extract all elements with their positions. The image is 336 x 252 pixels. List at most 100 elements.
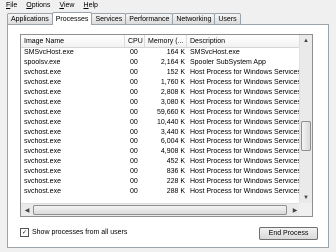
column-header-description[interactable]: Description: [187, 35, 300, 47]
process-cpu: 00: [130, 187, 138, 195]
end-process-button[interactable]: End Process: [259, 227, 318, 240]
tab-bar: Applications Processes Services Performa…: [7, 12, 241, 25]
process-description: Host Process for Windows Services: [190, 89, 300, 96]
process-memory: 452 K: [166, 158, 185, 166]
process-cpu: 00: [130, 148, 138, 156]
process-cpu: 00: [130, 138, 138, 146]
tab-services[interactable]: Services: [91, 13, 127, 24]
process-list[interactable]: Image Name CPU Memory (... Description S…: [20, 34, 313, 217]
tab-users[interactable]: Users: [214, 13, 241, 24]
process-name: svchost.exe: [24, 108, 61, 116]
process-memory: 152 K: [166, 69, 185, 77]
menu-help[interactable]: Help: [84, 2, 98, 9]
process-cpu: 00: [130, 79, 138, 87]
column-header-memory[interactable]: Memory (...: [145, 35, 187, 47]
process-name: spoolsv.exe: [24, 59, 61, 67]
table-row[interactable]: svchost.exe 00 3,080 K Host Process for Win…: [21, 97, 300, 107]
scroll-up-icon[interactable]: ▲: [300, 35, 312, 47]
process-name: svchost.exe: [24, 158, 61, 166]
process-name: svchost.exe: [24, 187, 61, 195]
process-description: Host Process for Windows Services: [190, 148, 300, 156]
table-row[interactable]: svchost.exe 00 836 K Host Process for Windo…: [21, 167, 300, 177]
process-cpu: 00: [130, 168, 138, 176]
process-cpu: 00: [130, 118, 138, 126]
processes-panel: Image Name CPU Memory (... Description S…: [7, 24, 329, 248]
process-description: Host Process for Windows Services: [190, 187, 300, 195]
table-row[interactable]: spoolsv.exe 00 2,164 K Spooler SubSystem Ap…: [21, 58, 300, 68]
scrollbar-corner: [299, 203, 312, 216]
list-header: Image Name CPU Memory (... Description: [21, 35, 300, 48]
show-all-users-label: Show processes from all users: [32, 229, 128, 236]
menu-view[interactable]: View: [59, 2, 74, 9]
process-description: Host Process for Windows Services: [190, 69, 300, 77]
process-name: svchost.exe: [24, 89, 61, 96]
table-row[interactable]: svchost.exe 00 152 K Host Process for Windo…: [21, 68, 300, 78]
column-header-image-name[interactable]: Image Name: [21, 35, 125, 47]
process-cpu: 00: [130, 178, 138, 186]
process-cpu: 00: [130, 59, 138, 67]
process-memory: 288 K: [166, 187, 185, 195]
column-header-cpu[interactable]: CPU: [125, 35, 145, 47]
process-description: Host Process for Windows Services: [190, 128, 300, 136]
tab-processes[interactable]: Processes: [51, 12, 93, 25]
process-name: svchost.exe: [24, 69, 61, 77]
process-cpu: 00: [130, 128, 138, 136]
menu-file[interactable]: File: [6, 2, 17, 9]
table-row[interactable]: svchost.exe 00 2,808 K Host Process for Win…: [21, 88, 300, 98]
process-cpu: 00: [130, 98, 138, 106]
checkmark-icon: ✓: [21, 229, 28, 236]
table-row[interactable]: SMSvcHost.exe 00 164 K SMSvcHost.exe: [21, 48, 300, 58]
process-memory: 10,440 K: [156, 118, 185, 126]
process-memory: 6,004 K: [160, 138, 185, 146]
tab-performance[interactable]: Performance: [125, 13, 174, 24]
process-memory: 2,164 K: [160, 59, 185, 67]
process-name: svchost.exe: [24, 168, 61, 176]
process-cpu: 00: [130, 108, 138, 116]
table-row[interactable]: svchost.exe 00 4,908 K Host Process for Win…: [21, 147, 300, 157]
process-description: Spooler SubSystem App: [190, 59, 266, 67]
process-description: Host Process for Windows Services: [190, 108, 300, 116]
process-rows: SMSvcHost.exe 00 164 K SMSvcHost.exe spoolsv…: [21, 48, 300, 196]
horizontal-scrollbar[interactable]: ◀ ▶: [21, 203, 301, 216]
table-row[interactable]: svchost.exe 00 228 K Host Process for Windo…: [21, 177, 300, 187]
process-name: svchost.exe: [24, 98, 61, 106]
tab-networking[interactable]: Networking: [172, 13, 216, 24]
process-description: Host Process for Windows Services: [190, 98, 300, 106]
process-cpu: 00: [130, 89, 138, 96]
table-row[interactable]: svchost.exe 00 6,004 K Host Process for Win…: [21, 137, 300, 147]
process-memory: 228 K: [166, 178, 185, 186]
table-row[interactable]: svchost.exe 00 452 K Host Process for Windo…: [21, 157, 300, 167]
scroll-left-icon[interactable]: ◀: [21, 204, 33, 216]
process-description: Host Process for Windows Services: [190, 138, 300, 146]
process-description: Host Process for Windows Services: [190, 118, 300, 126]
checkbox-box[interactable]: ✓: [20, 228, 29, 237]
process-name: svchost.exe: [24, 79, 61, 87]
process-cpu: 00: [130, 158, 138, 166]
table-row[interactable]: svchost.exe 00 1,760 K Host Process for Win…: [21, 78, 300, 88]
process-cpu: 00: [130, 69, 138, 77]
process-description: Host Process for Windows Services: [190, 178, 300, 186]
process-description: Host Process for Windows Services: [190, 158, 300, 166]
process-name: svchost.exe: [24, 178, 61, 186]
tab-applications[interactable]: Applications: [7, 13, 53, 24]
horizontal-scroll-thumb[interactable]: [33, 205, 287, 215]
process-memory: 836 K: [166, 168, 185, 176]
vertical-scrollbar[interactable]: ▲ ▼: [299, 35, 312, 204]
vertical-scroll-thumb[interactable]: [301, 121, 311, 151]
process-description: Host Process for Windows Services: [190, 168, 300, 176]
process-name: svchost.exe: [24, 128, 61, 136]
table-row[interactable]: svchost.exe 00 288 K Host Process for Windo…: [21, 186, 300, 196]
process-name: SMSvcHost.exe: [24, 49, 74, 57]
process-memory: 3,080 K: [160, 98, 185, 106]
process-memory: 164 K: [166, 49, 185, 57]
process-memory: 3,440 K: [160, 128, 185, 136]
show-all-users-checkbox[interactable]: ✓ Show processes from all users: [20, 228, 127, 237]
table-row[interactable]: svchost.exe 00 3,440 K Host Process for Win…: [21, 127, 300, 137]
process-memory: 4,908 K: [160, 148, 185, 156]
process-cpu: 00: [130, 49, 138, 57]
menu-bar: File Options View Help: [0, 0, 336, 10]
table-row[interactable]: svchost.exe 00 10,440 K Host Process for Wi…: [21, 117, 300, 127]
menu-options[interactable]: Options: [26, 2, 50, 9]
table-row[interactable]: svchost.exe 00 59,660 K Host Process for Wi…: [21, 107, 300, 117]
process-description: Host Process for Windows Services: [190, 79, 300, 87]
